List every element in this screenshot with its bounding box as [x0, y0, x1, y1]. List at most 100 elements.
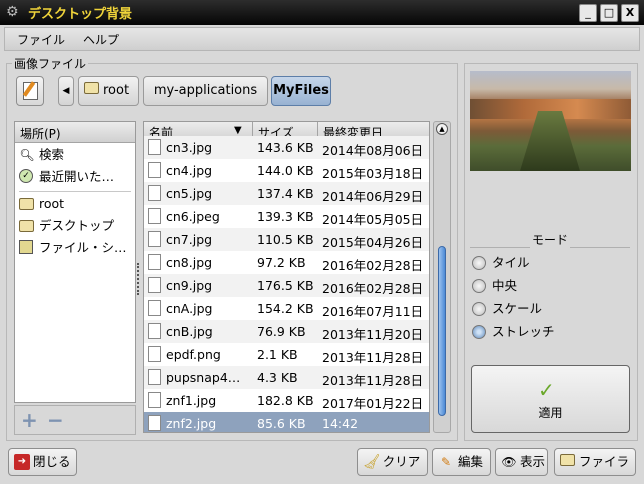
file-row[interactable]: cn4.jpg 144.0 KB 2015年03月18日: [144, 159, 429, 182]
pencil-icon: [22, 81, 38, 100]
file-size: 2.1 KB: [257, 347, 298, 362]
file-row[interactable]: znf1.jpg 182.8 KB 2017年01月22日: [144, 389, 429, 412]
minimize-button[interactable]: _: [579, 4, 597, 22]
apply-button[interactable]: ✓ 適用: [471, 365, 630, 433]
file-row[interactable]: cnA.jpg 154.2 KB 2016年07月11日: [144, 297, 429, 320]
file-size: 176.5 KB: [257, 278, 314, 293]
place-root[interactable]: root: [17, 193, 135, 215]
file-name: cn7.jpg: [166, 232, 213, 247]
mode-label: モード: [530, 231, 571, 248]
file-size: 137.4 KB: [257, 186, 314, 201]
filer-button[interactable]: ファイラ: [554, 448, 636, 476]
close-button[interactable]: ➜ 閉じる: [8, 448, 77, 476]
file-row[interactable]: cn3.jpg 143.6 KB 2014年08月06日: [144, 136, 429, 159]
file-size: 143.6 KB: [257, 140, 314, 155]
gear-icon[interactable]: ⚙: [6, 4, 22, 20]
remove-place-button[interactable]: −: [47, 408, 64, 432]
edit-button[interactable]: ✎ 編集: [432, 448, 491, 476]
file-size: 139.3 KB: [257, 209, 314, 224]
places-header[interactable]: 場所(P): [15, 122, 135, 143]
file-row[interactable]: pupsnap4… 4.3 KB 2013年11月28日: [144, 366, 429, 389]
file-size: 144.0 KB: [257, 163, 314, 178]
divider: [19, 191, 131, 192]
file-row[interactable]: cn6.jpeg 139.3 KB 2014年05月05日: [144, 205, 429, 228]
checkmark-icon: ✓: [538, 378, 555, 402]
file-row[interactable]: epdf.png 2.1 KB 2013年11月28日: [144, 343, 429, 366]
file-size: 97.2 KB: [257, 255, 306, 270]
file-row[interactable]: cn5.jpg 137.4 KB 2014年06月29日: [144, 182, 429, 205]
menu-help[interactable]: ヘルプ: [83, 31, 119, 48]
file-icon: [148, 415, 161, 431]
file-row[interactable]: cn8.jpg 97.2 KB 2016年02月28日: [144, 251, 429, 274]
pencil-icon: ✎: [440, 455, 452, 469]
file-name: cn8.jpg: [166, 255, 213, 270]
mode-tile-radio[interactable]: タイル: [472, 254, 530, 274]
file-name: znf1.jpg: [166, 393, 217, 408]
file-name: pupsnap4…: [166, 370, 241, 385]
edit-path-button[interactable]: [16, 76, 44, 106]
place-filesystem[interactable]: ファイル・シ…: [17, 237, 135, 259]
file-name: epdf.png: [166, 347, 221, 362]
file-row[interactable]: znf2.jpg 85.6 KB 14:42: [144, 412, 429, 432]
file-row[interactable]: cn7.jpg 110.5 KB 2015年04月26日: [144, 228, 429, 251]
clear-button[interactable]: 🧹︎ クリア: [357, 448, 428, 476]
file-date: 2015年03月18日: [322, 166, 424, 181]
file-date: 2017年01月22日: [322, 396, 424, 411]
file-size: 110.5 KB: [257, 232, 314, 247]
folder-icon: [19, 198, 34, 210]
scroll-thumb[interactable]: [438, 246, 446, 416]
file-size: 154.2 KB: [257, 301, 314, 316]
breadcrumb-myfiles[interactable]: MyFiles: [271, 76, 331, 106]
places-toolbar: + −: [14, 405, 136, 435]
file-list-scrollbar[interactable]: ▲: [433, 121, 451, 433]
file-date: 14:42: [322, 416, 359, 431]
file-date: 2013年11月20日: [322, 327, 424, 342]
eye-icon: 👁︎: [501, 455, 517, 469]
file-name: cnB.jpg: [166, 324, 213, 339]
file-name: cn6.jpeg: [166, 209, 220, 224]
search-icon: 🔍︎: [19, 148, 35, 162]
file-size: 4.3 KB: [257, 370, 298, 385]
group-label: 画像ファイル: [12, 55, 89, 72]
file-date: 2015年04月26日: [322, 235, 424, 250]
menu-file[interactable]: ファイル: [17, 31, 65, 48]
recent-icon: ✓: [19, 169, 33, 183]
mode-center-radio[interactable]: 中央: [472, 277, 517, 297]
place-desktop[interactable]: デスクトップ: [17, 215, 135, 237]
mode-scale-radio[interactable]: スケール: [472, 300, 542, 320]
file-date: 2016年02月28日: [322, 281, 424, 296]
breadcrumb-back-button[interactable]: ◀: [58, 76, 74, 106]
file-icon: [148, 277, 161, 293]
preview-image: [470, 71, 631, 171]
file-row[interactable]: cnB.jpg 76.9 KB 2013年11月20日: [144, 320, 429, 343]
file-row[interactable]: cn9.jpg 176.5 KB 2016年02月28日: [144, 274, 429, 297]
breadcrumb-my-applications[interactable]: my-applications: [143, 76, 268, 106]
file-name: cn5.jpg: [166, 186, 213, 201]
file-icon: [148, 369, 161, 385]
file-icon: [148, 300, 161, 316]
view-button[interactable]: 👁︎ 表示: [495, 448, 548, 476]
file-date: 2013年11月28日: [322, 373, 424, 388]
folder-icon: [560, 454, 575, 466]
file-icon: [148, 231, 161, 247]
close-window-button[interactable]: X: [621, 4, 639, 22]
file-name: znf2.jpg: [166, 416, 217, 431]
file-name: cn9.jpg: [166, 278, 213, 293]
file-icon: [148, 346, 161, 362]
exit-icon: ➜: [14, 454, 30, 470]
place-recent[interactable]: ✓ 最近開いた…: [17, 166, 135, 188]
file-icon: [148, 392, 161, 408]
folder-icon: [84, 82, 99, 94]
pane-splitter[interactable]: [137, 263, 139, 295]
breadcrumb-root[interactable]: root: [78, 76, 139, 106]
file-size: 76.9 KB: [257, 324, 306, 339]
file-icon: [148, 185, 161, 201]
add-place-button[interactable]: +: [21, 408, 38, 432]
file-icon: [148, 162, 161, 178]
scroll-up-icon[interactable]: ▲: [436, 123, 448, 135]
mode-stretch-radio[interactable]: ストレッチ: [472, 323, 555, 343]
place-search[interactable]: 🔍︎ 検索: [17, 144, 135, 166]
sort-down-icon: ▼: [234, 125, 242, 136]
maximize-button[interactable]: □: [600, 4, 618, 22]
drive-icon: [19, 240, 33, 254]
